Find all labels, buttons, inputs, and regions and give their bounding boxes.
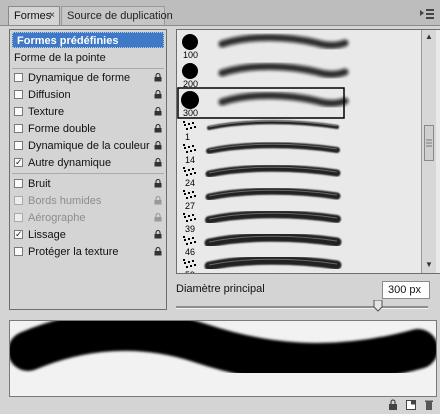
- brush-size-label: 27: [185, 201, 195, 211]
- brush-preset-39[interactable]: 39: [183, 210, 341, 234]
- brush-preset-27[interactable]: 27: [183, 187, 341, 211]
- scrollbar[interactable]: ▲ ▼: [421, 30, 436, 273]
- brush-tip-shape-item[interactable]: Forme de la pointe: [14, 52, 106, 68]
- brush-preset-46[interactable]: 46: [183, 232, 342, 257]
- brush-thumbnails: 100 200 300 1 14 24 27 39 46 59: [177, 34, 349, 273]
- settings-checkbox[interactable]: ✓: [14, 158, 23, 167]
- settings-checkbox[interactable]: [14, 247, 23, 256]
- settings-item-label: Lissage: [28, 229, 66, 241]
- settings-item-label: Autre dynamique: [28, 157, 112, 169]
- lock-icon[interactable]: [154, 179, 162, 188]
- close-icon[interactable]: ×: [49, 10, 55, 21]
- divider: [12, 173, 164, 174]
- settings-checkbox[interactable]: [14, 124, 23, 133]
- tab-formes-label: Formes: [14, 10, 52, 22]
- settings-item-a-rographe: Aérographe: [10, 210, 166, 227]
- settings-item-label: Dynamique de la couleur: [28, 140, 150, 152]
- settings-item-dynamique-de-la-couleur[interactable]: Dynamique de la couleur: [10, 138, 166, 155]
- tab-bar: Formes × Source de duplication: [0, 0, 440, 26]
- settings-item-autre-dynamique[interactable]: ✓ Autre dynamique: [10, 155, 166, 172]
- scrollbar-thumb[interactable]: [424, 125, 434, 161]
- lock-icon[interactable]: [154, 247, 162, 256]
- tab-source-de-duplication[interactable]: Source de duplication: [61, 6, 173, 25]
- lock-icon[interactable]: [154, 124, 162, 133]
- settings-item-label: Bords humides: [28, 195, 102, 207]
- brush-preset-200[interactable]: 200: [182, 63, 349, 89]
- settings-item-bords-humides: Bords humides: [10, 193, 166, 210]
- lock-icon[interactable]: [154, 73, 162, 82]
- brush-size-label: 59: [185, 270, 195, 273]
- scroll-up-icon[interactable]: ▲: [424, 32, 434, 42]
- brush-preset-1[interactable]: 1: [183, 120, 339, 142]
- tab-formes[interactable]: Formes ×: [8, 6, 60, 25]
- lock-icon[interactable]: [154, 158, 162, 167]
- settings-item-label: Forme double: [28, 123, 96, 135]
- settings-item-label: Bruit: [28, 178, 51, 190]
- lock-icon[interactable]: [154, 213, 162, 222]
- brush-preset-100[interactable]: 100: [182, 34, 349, 60]
- settings-item-bruit[interactable]: Bruit: [10, 176, 166, 193]
- lock-icon[interactable]: [154, 141, 162, 150]
- brush-size-label: 46: [185, 247, 195, 257]
- settings-item-forme-double[interactable]: Forme double: [10, 121, 166, 138]
- brush-preset-59[interactable]: 59: [183, 255, 342, 273]
- new-preset-icon[interactable]: [405, 399, 417, 411]
- settings-item-dynamique-de-forme[interactable]: Dynamique de forme: [10, 70, 166, 87]
- brush-size-label: 39: [185, 224, 195, 234]
- brush-size-label: 1: [185, 132, 190, 142]
- lock-settings-icon[interactable]: [387, 399, 399, 411]
- brush-settings-list: Formes prédéfinies Forme de la pointe Dy…: [9, 29, 167, 310]
- settings-checkbox[interactable]: [14, 141, 23, 150]
- brushes-panel: Formes × Source de duplication Formes pr…: [0, 0, 440, 414]
- settings-item-label: Diffusion: [28, 89, 71, 101]
- lock-icon[interactable]: [154, 107, 162, 116]
- settings-checkbox[interactable]: [14, 73, 23, 82]
- brush-preset-grid: 100 200 300 1 14 24 27 39 46 59 ▲ ▼: [176, 29, 440, 274]
- preset-brushes-header[interactable]: Formes prédéfinies: [12, 32, 164, 48]
- settings-checkbox[interactable]: [14, 90, 23, 99]
- brush-size-label: 100: [183, 50, 198, 60]
- panel-menu-icon[interactable]: [420, 8, 434, 20]
- settings-checkbox: [14, 196, 23, 205]
- settings-item-label: Protéger la texture: [28, 246, 119, 258]
- settings-item-texture[interactable]: Texture: [10, 104, 166, 121]
- settings-item-label: Dynamique de forme: [28, 72, 131, 84]
- settings-checkbox: [14, 213, 23, 222]
- slider-thumb[interactable]: [373, 300, 383, 312]
- settings-item-prot-ger-la-texture[interactable]: Protéger la texture: [10, 244, 166, 261]
- lock-icon[interactable]: [154, 196, 162, 205]
- settings-item-lissage[interactable]: ✓ Lissage: [10, 227, 166, 244]
- diameter-slider[interactable]: [176, 306, 428, 309]
- settings-checkbox[interactable]: [14, 179, 23, 188]
- settings-checkbox[interactable]: [14, 107, 23, 116]
- brush-preset-300[interactable]: 300: [181, 91, 349, 118]
- diameter-input[interactable]: 300 px: [382, 281, 430, 299]
- master-diameter-label: Diamètre principal: [176, 283, 265, 295]
- lock-icon[interactable]: [154, 230, 162, 239]
- brush-size-label: 24: [185, 178, 195, 188]
- tab-source-label: Source de duplication: [67, 10, 173, 22]
- brush-stroke-preview: [9, 320, 437, 397]
- settings-checkbox[interactable]: ✓: [14, 230, 23, 239]
- brush-preset-24[interactable]: 24: [183, 164, 341, 188]
- brush-size-label: 14: [185, 155, 195, 165]
- trash-icon[interactable]: [423, 399, 435, 411]
- divider: [12, 68, 164, 69]
- settings-item-label: Aérographe: [28, 212, 86, 224]
- brush-preset-14[interactable]: 14: [183, 142, 340, 165]
- scroll-down-icon[interactable]: ▼: [424, 260, 434, 270]
- settings-item-diffusion[interactable]: Diffusion: [10, 87, 166, 104]
- lock-icon[interactable]: [154, 90, 162, 99]
- settings-item-label: Texture: [28, 106, 65, 118]
- brush-size-label: 300: [183, 108, 198, 118]
